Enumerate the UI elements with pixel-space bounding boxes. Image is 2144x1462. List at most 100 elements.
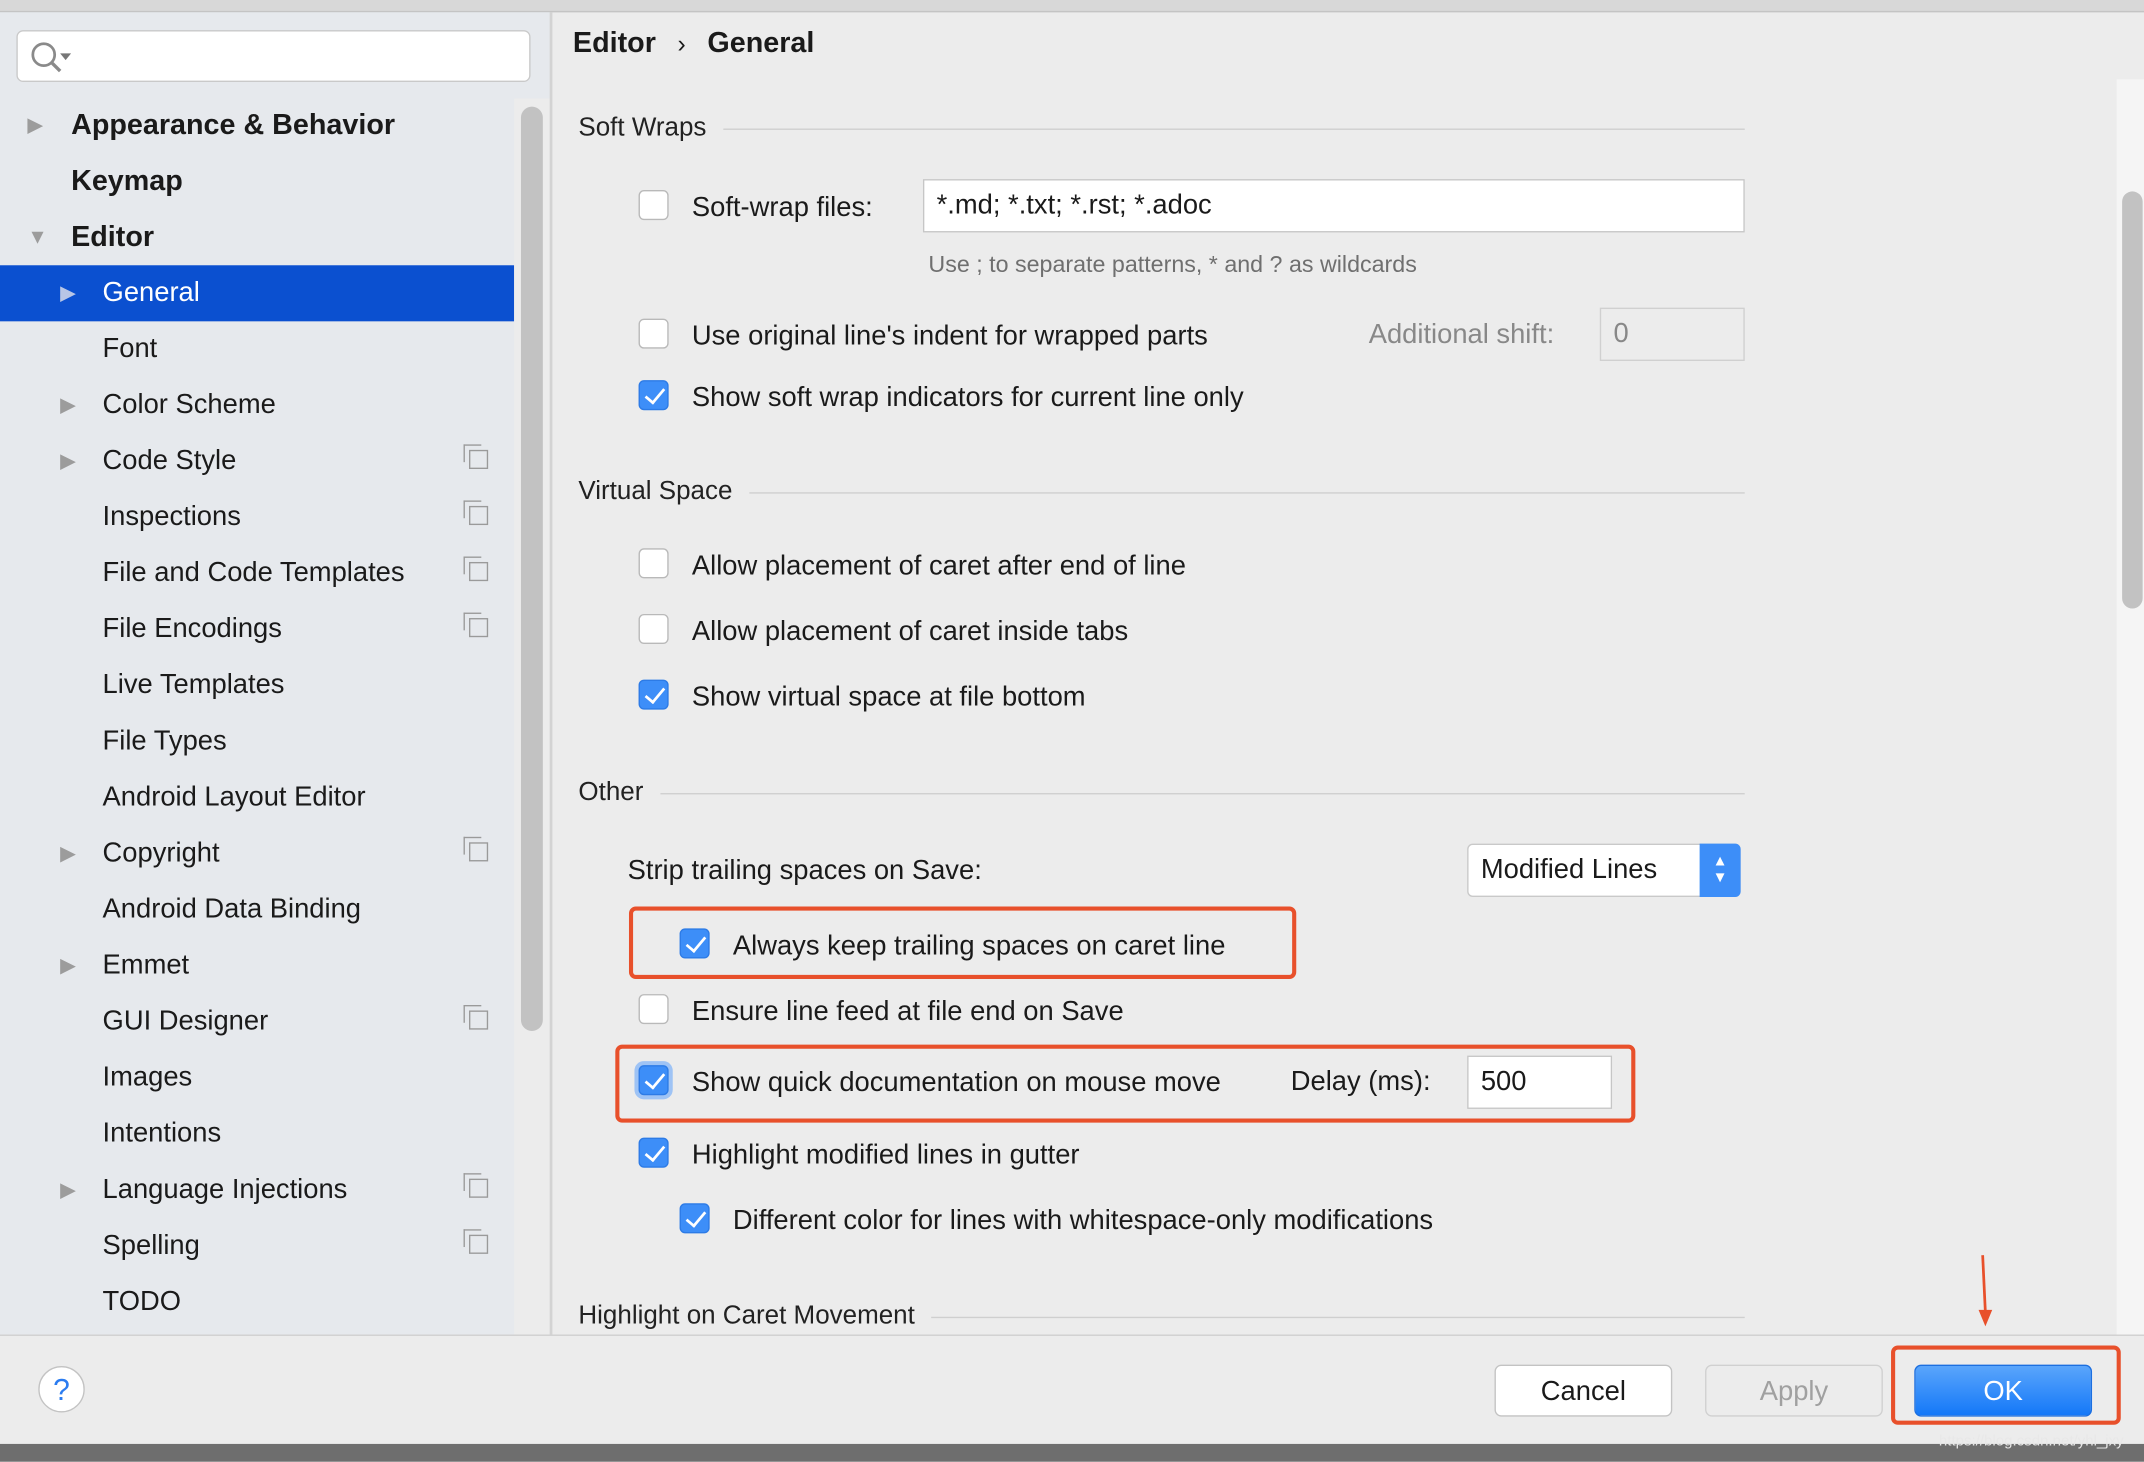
sidebar-item-language-injections[interactable]: ▶ Language Injections	[0, 1162, 514, 1218]
sidebar-item-inspections[interactable]: Inspections	[0, 490, 514, 546]
sidebar-item-file-types[interactable]: File Types	[0, 714, 514, 770]
caret-after-eol-label: Allow placement of caret after end of li…	[691, 551, 1186, 582]
section-title: Soft Wraps	[578, 113, 707, 143]
sidebar-item-spelling[interactable]: Spelling	[0, 1218, 514, 1274]
sidebar-item-appearance-behavior[interactable]: ▶ Appearance & Behavior	[0, 97, 514, 153]
sidebar-item-gui-designer[interactable]: GUI Designer	[0, 994, 514, 1050]
virtual-space-bottom-label: Show virtual space at file bottom	[691, 682, 1086, 713]
collapsed-arrow-icon[interactable]: ▶	[60, 938, 76, 994]
sidebar-item-label: Spelling	[102, 1230, 200, 1261]
section-title: Virtual Space	[578, 477, 733, 506]
sidebar-item-intentions[interactable]: Intentions	[0, 1106, 514, 1162]
collapsed-arrow-icon[interactable]: ▶	[60, 377, 76, 433]
sidebar-item-file-encodings[interactable]: File Encodings	[0, 602, 514, 658]
section-title: Highlight on Caret Movement	[578, 1301, 915, 1331]
project-settings-icon	[463, 556, 489, 582]
soft-wrap-indicators-label: Show soft wrap indicators for current li…	[691, 382, 1244, 413]
original-indent-label: Use original line's indent for wrapped p…	[691, 321, 1208, 352]
project-settings-icon	[463, 612, 489, 638]
whitespace-color-label: Different color for lines with whitespac…	[732, 1206, 1434, 1237]
strip-trailing-label: Strip trailing spaces on Save:	[627, 855, 982, 887]
help-button[interactable]: ?	[38, 1365, 85, 1413]
splitter[interactable]	[549, 12, 553, 1335]
project-settings-icon	[463, 1173, 489, 1198]
collapsed-arrow-icon[interactable]: ▶	[60, 265, 76, 321]
sidebar-item-label: File and Code Templates	[102, 557, 405, 588]
window-title-bar	[0, 0, 2144, 13]
ensure-line-feed-checkbox[interactable]	[638, 994, 669, 1025]
background-window-strip	[0, 1443, 2144, 1462]
sidebar-item-color-scheme[interactable]: ▶ Color Scheme	[0, 377, 514, 433]
sidebar-item-label: TODO	[102, 1286, 182, 1317]
additional-shift-input[interactable]: 0	[1599, 307, 1745, 361]
whitespace-color-checkbox[interactable]	[679, 1203, 710, 1234]
soft-wrap-files-label: Soft-wrap files:	[691, 192, 873, 223]
sidebar-item-label: Android Layout Editor	[102, 782, 366, 813]
soft-wrap-indicators-checkbox[interactable]	[638, 380, 669, 411]
soft-wrap-files-input[interactable]: *.md; *.txt; *.rst; *.adoc	[922, 179, 1745, 233]
cancel-button[interactable]: Cancel	[1494, 1364, 1673, 1417]
sidebar-item-label: Emmet	[102, 950, 190, 981]
section-virtual-space: Virtual Space	[578, 477, 1745, 507]
sidebar-item-emmet[interactable]: ▶ Emmet	[0, 938, 514, 994]
sidebar-item-label: File Types	[102, 726, 227, 757]
delay-label: Delay (ms):	[1290, 1066, 1431, 1097]
sidebar-item-label: Editor	[71, 221, 155, 253]
breadcrumb-parent[interactable]: Editor	[573, 27, 656, 58]
sidebar-item-editor[interactable]: ▼ Editor	[0, 209, 514, 265]
content-scrollbar-thumb[interactable]	[2122, 191, 2143, 609]
expanded-arrow-icon[interactable]: ▼	[27, 209, 47, 265]
delay-input[interactable]: 500	[1467, 1055, 1613, 1109]
quick-doc-checkbox[interactable]	[638, 1065, 669, 1096]
sidebar-item-android-layout-editor[interactable]: Android Layout Editor	[0, 770, 514, 826]
project-settings-icon	[463, 1229, 489, 1254]
sidebar-item-label: GUI Designer	[102, 1006, 269, 1037]
sidebar-item-live-templates[interactable]: Live Templates	[0, 658, 514, 714]
sidebar-item-general[interactable]: ▶ General	[0, 265, 515, 322]
sidebar-item-file-and-code-templates[interactable]: File and Code Templates	[0, 546, 514, 602]
sidebar-item-copyright[interactable]: ▶ Copyright	[0, 826, 514, 882]
watermark: https://blog.csdn.net/yhl_jxy	[1938, 1432, 2124, 1450]
strip-trailing-select[interactable]: Modified Lines ▲ ▼	[1467, 843, 1741, 897]
breadcrumb: Editor › General	[573, 27, 814, 60]
collapsed-arrow-icon[interactable]: ▶	[60, 826, 76, 882]
virtual-space-bottom-checkbox[interactable]	[638, 679, 669, 710]
keep-trailing-spaces-label: Always keep trailing spaces on caret lin…	[732, 931, 1226, 962]
collapsed-arrow-icon[interactable]: ▶	[60, 433, 76, 489]
sidebar-item-label: Copyright	[102, 838, 220, 869]
quick-doc-label: Show quick documentation on mouse move	[691, 1067, 1221, 1098]
strip-trailing-value: Modified Lines	[1480, 854, 1658, 885]
sidebar-item-label: File Encodings	[102, 613, 282, 645]
collapsed-arrow-icon[interactable]: ▶	[27, 97, 43, 153]
sidebar-item-label: Live Templates	[102, 670, 285, 701]
settings-search-input[interactable]	[16, 30, 531, 83]
sidebar-item-label: Inspections	[102, 501, 241, 532]
sidebar-item-label: General	[102, 277, 200, 308]
caret-inside-tabs-checkbox[interactable]	[638, 613, 669, 645]
highlight-modified-checkbox[interactable]	[638, 1137, 669, 1168]
sidebar-item-keymap[interactable]: Keymap	[0, 153, 514, 209]
sidebar-item-label: Code Style	[102, 445, 237, 476]
sidebar-item-label: Keymap	[71, 165, 183, 197]
annotation-arrow-icon	[1978, 1255, 1993, 1327]
breadcrumb-separator: ›	[677, 30, 686, 58]
section-title: Other	[578, 778, 644, 807]
collapsed-arrow-icon[interactable]: ▶	[60, 1162, 76, 1218]
soft-wrap-files-checkbox[interactable]	[638, 190, 669, 221]
keep-trailing-spaces-checkbox[interactable]	[679, 928, 710, 959]
sidebar-item-todo[interactable]: TODO	[0, 1274, 514, 1330]
apply-button[interactable]: Apply	[1705, 1364, 1883, 1417]
project-settings-icon	[463, 444, 489, 470]
caret-after-eol-checkbox[interactable]	[638, 548, 669, 579]
section-caret-movement: Highlight on Caret Movement	[578, 1301, 1745, 1332]
project-settings-icon	[463, 500, 489, 526]
sidebar-scrollbar-thumb[interactable]	[520, 106, 543, 1031]
project-settings-icon	[463, 836, 489, 862]
sidebar-item-code-style[interactable]: ▶ Code Style	[0, 433, 514, 489]
sidebar-item-android-data-binding[interactable]: Android Data Binding	[0, 882, 514, 938]
additional-shift-label: Additional shift:	[1368, 319, 1555, 351]
original-indent-checkbox[interactable]	[638, 318, 669, 349]
sidebar-item-font[interactable]: Font	[0, 321, 514, 377]
sidebar-item-images[interactable]: Images	[0, 1050, 514, 1106]
search-icon	[31, 42, 72, 73]
